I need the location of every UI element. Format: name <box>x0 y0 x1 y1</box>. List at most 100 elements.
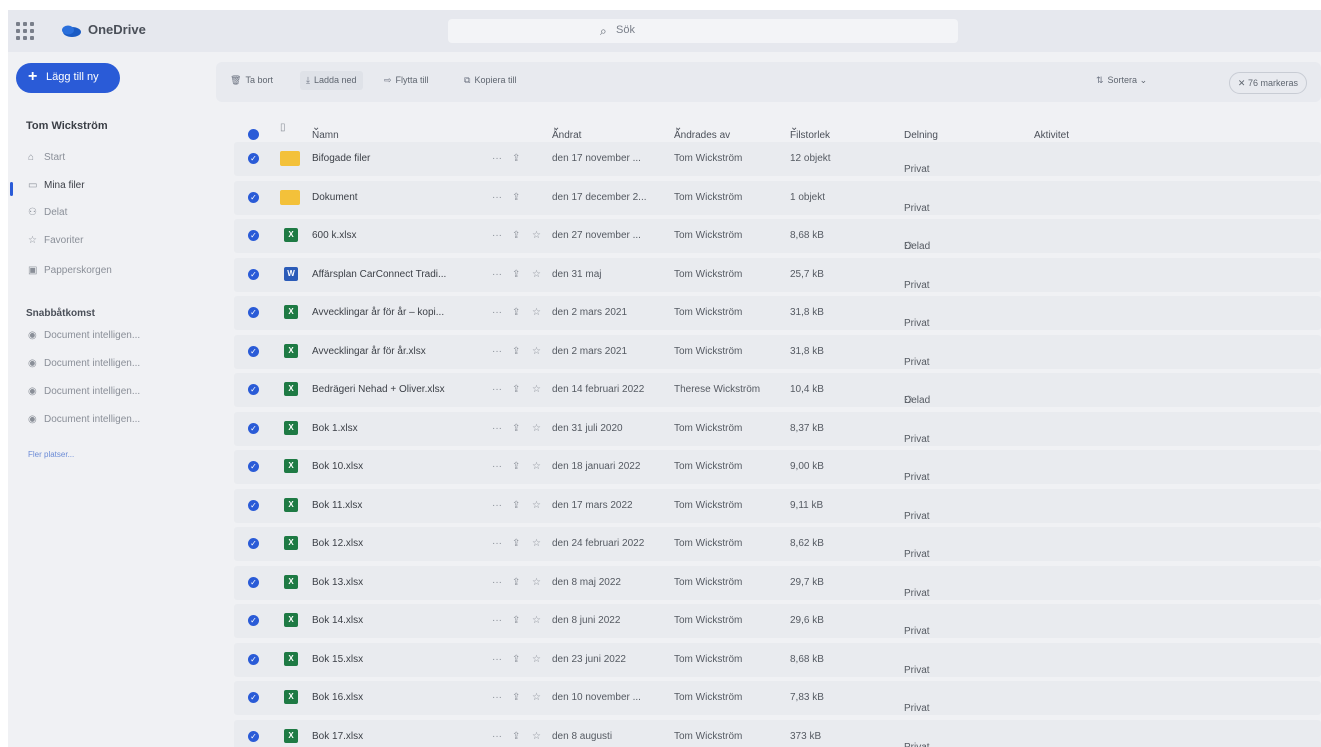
table-row[interactable]: ✓ X 600 k.xlsx ··· ⇪ ☆ den 27 november ... Tom … <box>234 219 1321 253</box>
more-actions-icon[interactable]: ··· <box>492 500 502 511</box>
table-row[interactable]: ✓ X Bedrägeri Nehad + Oliver.xlsx ··· ⇪ ☆ den … <box>234 373 1321 407</box>
table-row[interactable]: ✓ X Bok 14.xlsx ··· ⇪ ☆ den 8 juni 2022 Tom Wic… <box>234 604 1321 638</box>
favorite-star-icon[interactable]: ☆ <box>532 307 541 318</box>
row-checkbox[interactable]: ✓ <box>248 307 259 318</box>
share-icon[interactable]: ⇪ <box>512 500 520 511</box>
table-row[interactable]: ✓ X Bok 1.xlsx ··· ⇪ ☆ den 31 juli 2020 Tom Wic… <box>234 411 1321 446</box>
row-checkbox[interactable]: ✓ <box>248 499 259 511</box>
row-checkbox[interactable]: ✓ <box>248 653 259 665</box>
share-icon[interactable]: ⇪ <box>512 346 520 357</box>
file-name[interactable]: Dokument <box>312 192 358 203</box>
share-icon[interactable]: ⇪ <box>512 731 520 742</box>
file-name[interactable]: Avvecklingar år för år.xlsx <box>312 346 426 357</box>
row-checkbox[interactable]: ✓ <box>248 230 259 241</box>
app-title[interactable]: OneDrive <box>88 22 146 37</box>
row-checkbox[interactable]: ✓ <box>248 422 259 434</box>
more-actions-icon[interactable]: ··· <box>492 615 502 626</box>
file-name[interactable]: Affärsplan CarConnect Tradi... <box>312 269 446 280</box>
more-actions-icon[interactable]: ··· <box>492 577 502 588</box>
favorite-star-icon[interactable]: ☆ <box>532 654 541 665</box>
share-icon[interactable]: ⇪ <box>512 654 520 665</box>
file-name[interactable]: Bok 13.xlsx <box>312 577 363 588</box>
favorite-star-icon[interactable]: ☆ <box>532 384 541 395</box>
row-checkbox[interactable]: ✓ <box>248 191 259 203</box>
share-icon[interactable]: ⇪ <box>512 307 520 318</box>
row-checkbox[interactable]: ✓ <box>248 576 259 588</box>
more-actions-icon[interactable]: ··· <box>492 461 502 472</box>
more-places-link[interactable]: Fler platser... <box>28 450 74 459</box>
share-icon[interactable]: ⇪ <box>512 192 520 203</box>
download-button[interactable]: ⤓ Ladda ned <box>300 71 363 90</box>
table-row[interactable]: ✓ X Bok 16.xlsx ··· ⇪ ☆ den 10 november ... Tom… <box>234 681 1321 715</box>
share-icon[interactable]: ⇪ <box>512 615 520 626</box>
favorite-star-icon[interactable]: ☆ <box>532 346 541 357</box>
more-actions-icon[interactable]: ··· <box>492 153 502 164</box>
nav-item-my-files[interactable]: ▭ Mina filer <box>28 180 85 200</box>
favorite-star-icon[interactable]: ☆ <box>532 461 541 472</box>
quick-access-item[interactable]: ◉ Document intelligen... <box>28 414 140 434</box>
column-modified-by[interactable]: Ändrades av ⌄ <box>674 122 730 141</box>
table-row[interactable]: ✓ X Bok 13.xlsx ··· ⇪ ☆ den 8 maj 2022 Tom Wick… <box>234 565 1321 600</box>
more-actions-icon[interactable]: ··· <box>492 731 502 742</box>
favorite-star-icon[interactable]: ☆ <box>532 423 541 434</box>
file-name[interactable]: Bifogade filer <box>312 153 370 164</box>
row-checkbox[interactable]: ✓ <box>248 730 259 742</box>
row-checkbox[interactable]: ✓ <box>248 268 259 280</box>
file-name[interactable]: Bok 10.xlsx <box>312 461 363 472</box>
favorite-star-icon[interactable]: ☆ <box>532 692 541 703</box>
row-checkbox[interactable]: ✓ <box>248 384 259 395</box>
favorite-star-icon[interactable]: ☆ <box>532 615 541 626</box>
file-name[interactable]: 600 k.xlsx <box>312 230 356 241</box>
share-icon[interactable]: ⇪ <box>512 230 520 241</box>
file-name[interactable]: Bok 16.xlsx <box>312 692 363 703</box>
more-actions-icon[interactable]: ··· <box>492 230 502 241</box>
favorite-star-icon[interactable]: ☆ <box>532 269 541 280</box>
file-name[interactable]: Bok 11.xlsx <box>312 500 362 511</box>
table-row[interactable]: ✓ X Bok 10.xlsx ··· ⇪ ☆ den 18 januari 2022 Tom… <box>234 450 1321 484</box>
table-row[interactable]: ✓ Dokument ··· ⇪ den 17 december 2... Tom Wic… <box>234 180 1321 215</box>
favorite-star-icon[interactable]: ☆ <box>532 500 541 511</box>
table-row[interactable]: ✓ Bifogade filer ··· ⇪ den 17 november ... To… <box>234 142 1321 176</box>
table-row[interactable]: ✓ W Affärsplan CarConnect Tradi... ··· ⇪ ☆ den… <box>234 257 1321 292</box>
file-name[interactable]: Bok 15.xlsx <box>312 654 363 665</box>
add-new-button[interactable]: + Lägg till ny <box>16 63 120 93</box>
more-actions-icon[interactable]: ··· <box>492 269 502 280</box>
column-name[interactable]: Namn ⌄ <box>312 122 339 141</box>
favorite-star-icon[interactable]: ☆ <box>532 731 541 742</box>
file-name[interactable]: Bok 1.xlsx <box>312 423 358 434</box>
table-row[interactable]: ✓ X Avvecklingar år för år – kopi... ··· ⇪ ☆ d… <box>234 296 1321 330</box>
share-icon[interactable]: ⇪ <box>512 538 520 549</box>
nav-item-favorites[interactable]: ☆ Favoriter <box>28 235 83 255</box>
more-actions-icon[interactable]: ··· <box>492 692 502 703</box>
row-checkbox[interactable]: ✓ <box>248 345 259 357</box>
row-checkbox[interactable]: ✓ <box>248 461 259 472</box>
file-name[interactable]: Bok 14.xlsx <box>312 615 363 626</box>
more-actions-icon[interactable]: ··· <box>492 384 502 395</box>
file-name[interactable]: Bok 17.xlsx <box>312 731 363 742</box>
row-checkbox[interactable]: ✓ <box>248 615 259 626</box>
table-row[interactable]: ✓ X Bok 17.xlsx ··· ⇪ ☆ den 8 augusti Tom Wicks… <box>234 719 1321 747</box>
app-launcher-icon[interactable] <box>16 22 34 40</box>
row-checkbox[interactable]: ✓ <box>248 538 259 549</box>
nav-item-recycle-bin[interactable]: ▣ Papperskorgen <box>28 265 112 285</box>
more-actions-icon[interactable]: ··· <box>492 654 502 665</box>
sort-button[interactable]: ⇅ Sortera ⌄ <box>1096 75 1147 86</box>
quick-access-item[interactable]: ◉ Document intelligen... <box>28 386 140 406</box>
table-row[interactable]: ✓ X Bok 11.xlsx ··· ⇪ ☆ den 17 mars 2022 Tom Wi… <box>234 488 1321 523</box>
copy-to-button[interactable]: ⧉ Kopiera till <box>464 75 516 86</box>
file-name[interactable]: Bok 12.xlsx <box>312 538 363 549</box>
search-input[interactable]: ⌕ Sök <box>448 19 958 43</box>
share-icon[interactable]: ⇪ <box>512 384 520 395</box>
favorite-star-icon[interactable]: ☆ <box>532 577 541 588</box>
share-icon[interactable]: ⇪ <box>512 577 520 588</box>
more-actions-icon[interactable]: ··· <box>492 307 502 318</box>
favorite-star-icon[interactable]: ☆ <box>532 538 541 549</box>
column-modified[interactable]: Ändrat ⌄ <box>552 122 581 141</box>
more-actions-icon[interactable]: ··· <box>492 538 502 549</box>
file-name[interactable]: Avvecklingar år för år – kopi... <box>312 307 444 318</box>
table-row[interactable]: ✓ X Avvecklingar år för år.xlsx ··· ⇪ ☆ den 2 … <box>234 334 1321 369</box>
share-icon[interactable]: ⇪ <box>512 153 520 164</box>
nav-item-start[interactable]: ⌂ Start <box>28 152 65 172</box>
more-actions-icon[interactable]: ··· <box>492 423 502 434</box>
share-icon[interactable]: ⇪ <box>512 461 520 472</box>
